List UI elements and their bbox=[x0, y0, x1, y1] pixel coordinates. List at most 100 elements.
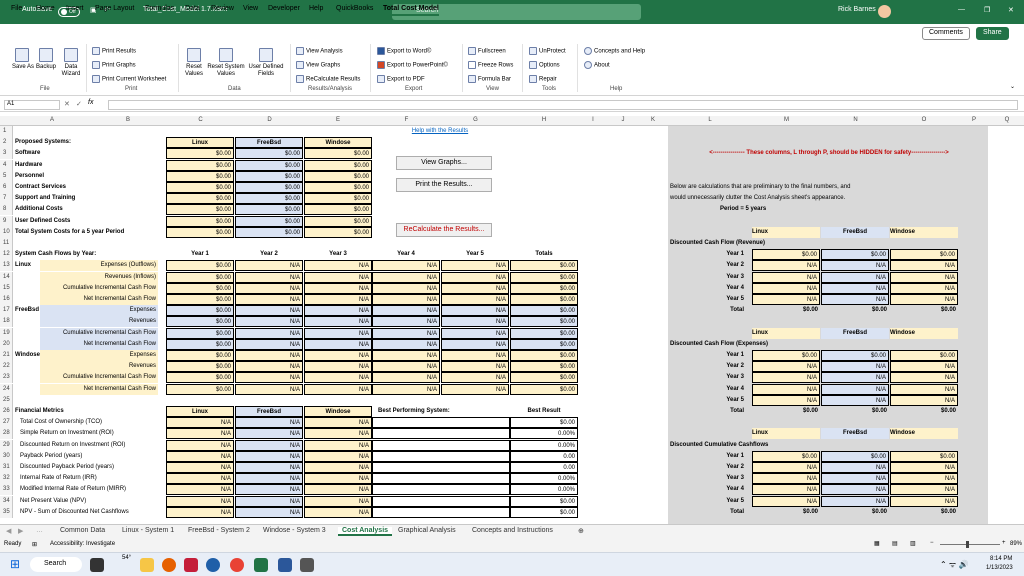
chrome-icon[interactable] bbox=[230, 558, 244, 572]
row-header[interactable]: 12 bbox=[0, 249, 13, 260]
metric-value[interactable]: N/A bbox=[235, 496, 303, 507]
cash-flow-value[interactable]: N/A bbox=[441, 339, 509, 350]
row-header[interactable]: 21 bbox=[0, 350, 13, 361]
metric-value[interactable]: N/A bbox=[304, 462, 372, 473]
cash-flow-value[interactable]: $0.00 bbox=[510, 316, 578, 327]
dcf-value[interactable]: $0.00 bbox=[821, 350, 889, 361]
sheet-tab[interactable]: Concepts and Instructions bbox=[472, 527, 553, 534]
cash-flow-value[interactable]: N/A bbox=[304, 339, 372, 350]
year-header[interactable]: Year 2 bbox=[235, 249, 303, 260]
dcf-value[interactable]: N/A bbox=[821, 484, 889, 495]
page-break-icon[interactable]: ▥ bbox=[910, 540, 916, 547]
dcf-value[interactable]: N/A bbox=[752, 384, 820, 395]
row-header[interactable]: 18 bbox=[0, 316, 13, 327]
tab-total-cost-model[interactable]: Total Cost Model bbox=[383, 5, 439, 16]
row-header[interactable]: 34 bbox=[0, 496, 13, 507]
cash-flow-value[interactable]: N/A bbox=[235, 361, 303, 372]
best-system-cell[interactable] bbox=[372, 440, 510, 451]
row-header[interactable]: 24 bbox=[0, 384, 13, 395]
sheet-tab[interactable]: Graphical Analysis bbox=[398, 527, 456, 534]
dcf-value[interactable]: $0.00 bbox=[890, 451, 958, 462]
cash-flow-value[interactable]: N/A bbox=[235, 272, 303, 283]
reset-values-button[interactable]: Reset Values bbox=[184, 48, 204, 78]
dcf-year-label[interactable]: Year 2 bbox=[690, 361, 746, 372]
metric-label[interactable]: NPV - Sum of Discounted Net Cashflows bbox=[20, 507, 165, 518]
row-header[interactable]: 19 bbox=[0, 328, 13, 339]
dcf-value[interactable]: N/A bbox=[890, 272, 958, 283]
best-result-value[interactable]: 0.00% bbox=[510, 440, 578, 451]
metric-value[interactable]: N/A bbox=[235, 507, 303, 518]
row-header[interactable]: 4 bbox=[0, 160, 13, 171]
dcf-value[interactable]: N/A bbox=[890, 260, 958, 271]
dcf-value[interactable]: N/A bbox=[821, 395, 889, 406]
weather-temp[interactable]: 54° bbox=[122, 555, 131, 561]
sheet-tab[interactable]: Windose - System 3 bbox=[263, 527, 326, 534]
row-header[interactable]: 6 bbox=[0, 182, 13, 193]
cost-row-label[interactable]: Software bbox=[15, 148, 165, 159]
cash-flow-value[interactable]: N/A bbox=[304, 361, 372, 372]
dcf-value[interactable]: N/A bbox=[752, 283, 820, 294]
best-system-cell[interactable] bbox=[372, 451, 510, 462]
dcf-value[interactable]: $0.00 bbox=[752, 451, 820, 462]
avatar[interactable] bbox=[878, 5, 891, 18]
metric-label[interactable]: Total Cost of Ownership (TCO) bbox=[20, 417, 165, 428]
system-header[interactable]: FreeBsd bbox=[235, 137, 303, 148]
cash-flow-value[interactable]: $0.00 bbox=[166, 305, 234, 316]
dcf-value[interactable]: N/A bbox=[752, 462, 820, 473]
cost-row-label[interactable]: Personnel bbox=[15, 171, 165, 182]
dcf-year-label[interactable]: Year 1 bbox=[690, 350, 746, 361]
cost-value[interactable]: $0.00 bbox=[304, 148, 372, 159]
year-header[interactable]: Year 3 bbox=[304, 249, 372, 260]
row-header[interactable]: 3 bbox=[0, 148, 13, 159]
cash-flow-value[interactable]: N/A bbox=[372, 294, 440, 305]
column-header[interactable]: D bbox=[235, 117, 304, 123]
row-header[interactable]: 9 bbox=[0, 216, 13, 227]
dcf-value[interactable]: N/A bbox=[890, 473, 958, 484]
metric-label[interactable]: Modified Internal Rate of Return (MIRR) bbox=[20, 484, 165, 495]
column-header[interactable]: H bbox=[510, 117, 578, 123]
cash-flow-value[interactable]: N/A bbox=[235, 384, 303, 395]
dcf-value[interactable]: $0.00 bbox=[752, 507, 820, 518]
best-system-cell[interactable] bbox=[372, 507, 510, 518]
print-current-button[interactable]: Print Current Worksheet bbox=[92, 75, 166, 84]
metric-value[interactable]: N/A bbox=[166, 440, 234, 451]
help-results-link[interactable]: Help with the Results bbox=[380, 126, 500, 137]
more-sheets-icon[interactable]: … bbox=[36, 527, 43, 534]
repair-button[interactable]: Repair bbox=[529, 75, 557, 84]
best-result-value[interactable]: $0.00 bbox=[510, 417, 578, 428]
row-header[interactable]: 31 bbox=[0, 462, 13, 473]
dcf-value[interactable]: $0.00 bbox=[752, 350, 820, 361]
taskbar-search[interactable]: Search bbox=[30, 557, 82, 572]
cash-flow-value[interactable]: N/A bbox=[304, 316, 372, 327]
sheet-tab[interactable]: FreeBsd - System 2 bbox=[188, 527, 250, 534]
add-sheet-icon[interactable]: ⊕ bbox=[578, 527, 584, 535]
options-button[interactable]: Options bbox=[529, 61, 560, 70]
macro-icon[interactable]: ⊞ bbox=[32, 541, 37, 548]
cost-value[interactable]: $0.00 bbox=[235, 171, 303, 182]
cost-value[interactable]: $0.00 bbox=[166, 227, 234, 238]
financial-metrics-title[interactable]: Financial Metrics bbox=[15, 406, 165, 417]
dcf-value[interactable]: $0.00 bbox=[821, 451, 889, 462]
dcf-system-header[interactable]: Windose bbox=[890, 428, 958, 439]
cash-flow-value[interactable]: N/A bbox=[304, 328, 372, 339]
tab-data[interactable]: Data bbox=[185, 5, 200, 12]
sheet-tab[interactable]: Common Data bbox=[60, 527, 105, 534]
cash-flow-value[interactable]: $0.00 bbox=[510, 350, 578, 361]
file-explorer-icon[interactable] bbox=[140, 558, 154, 572]
dcf-value[interactable]: N/A bbox=[752, 272, 820, 283]
cash-flow-value[interactable]: N/A bbox=[441, 350, 509, 361]
dcf-year-label[interactable]: Year 5 bbox=[690, 395, 746, 406]
cash-flow-value[interactable]: N/A bbox=[372, 361, 440, 372]
cost-value[interactable]: $0.00 bbox=[304, 204, 372, 215]
cost-value[interactable]: $0.00 bbox=[304, 182, 372, 193]
best-result-value[interactable]: 0.00% bbox=[510, 428, 578, 439]
cash-flow-value[interactable]: N/A bbox=[372, 339, 440, 350]
fullscreen-button[interactable]: Fullscreen bbox=[468, 47, 506, 56]
dcf-year-label[interactable]: Year 3 bbox=[690, 272, 746, 283]
zoom-in-icon[interactable]: + bbox=[1002, 540, 1006, 546]
dcf-year-label[interactable]: Year 1 bbox=[690, 451, 746, 462]
unprotect-button[interactable]: UnProtect bbox=[529, 47, 566, 56]
view-graphs-button[interactable]: View Graphs bbox=[296, 61, 340, 70]
cash-flow-value[interactable]: N/A bbox=[235, 294, 303, 305]
column-header[interactable]: O bbox=[890, 117, 958, 123]
